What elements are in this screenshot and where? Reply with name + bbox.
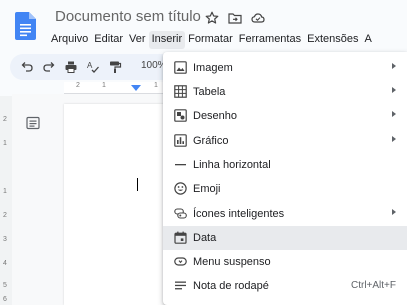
paint-format-icon[interactable] [108, 60, 122, 74]
menu-item-label: Nota de rodapé [193, 280, 269, 292]
title-bar: Documento sem título Arquivo Editar Ver … [0, 0, 407, 52]
submenu-arrow-icon [392, 136, 396, 142]
document-outline-icon[interactable] [26, 116, 40, 130]
text-cursor [137, 178, 138, 191]
chart-icon [174, 134, 187, 147]
menu-bar: Arquivo Editar Ver Inserir Formatar Ferr… [48, 31, 375, 49]
svg-text:A: A [87, 61, 93, 70]
menu-item-label: Imagem [193, 62, 233, 74]
ruler-label: 1 [154, 82, 158, 89]
ruler-label: 1 [102, 82, 106, 89]
dropdown-chip-icon [174, 257, 187, 266]
menu-item-label: Ícones inteligentes [193, 208, 285, 220]
ruler-label: 1 [3, 140, 7, 147]
ruler-label: 1 [3, 188, 7, 195]
menu-extensoes[interactable]: Extensões [304, 31, 361, 49]
insert-menu-dropdown: Imagem Tabela Desenho Gráfico Linha hori… [163, 52, 407, 305]
menu-formatar[interactable]: Formatar [185, 31, 236, 49]
menu-item-nota-de-rodape[interactable]: Nota de rodapé Ctrl+Alt+F [163, 274, 407, 298]
menu-item-emoji[interactable]: Emoji [163, 177, 407, 201]
menu-item-label: Gráfico [193, 135, 229, 147]
emoji-icon [174, 182, 187, 195]
drawing-icon [174, 109, 187, 122]
vertical-ruler[interactable]: 2 1 1 2 3 4 5 6 [0, 96, 12, 305]
cloud-saved-icon[interactable] [251, 11, 265, 25]
ruler-label: 4 [3, 260, 7, 267]
menu-item-imagem[interactable]: Imagem [163, 56, 407, 80]
ruler-label: 2 [3, 212, 7, 219]
document-title[interactable]: Documento sem título [55, 8, 201, 25]
footnote-icon [175, 281, 186, 290]
calendar-icon [174, 231, 187, 244]
menu-item-tabela[interactable]: Tabela [163, 80, 407, 104]
ruler-label: 5 [3, 282, 7, 289]
ruler-label: 2 [76, 82, 80, 89]
submenu-arrow-icon [392, 63, 396, 69]
menu-item-label: Menu suspenso [193, 256, 271, 268]
keyboard-shortcut: Ctrl+Alt+F [350, 280, 396, 291]
google-docs-logo-icon[interactable] [15, 12, 36, 40]
undo-icon[interactable] [20, 60, 34, 74]
menu-truncated[interactable]: A [361, 31, 374, 49]
menu-item-menu-suspenso[interactable]: Menu suspenso [163, 250, 407, 274]
menu-ver[interactable]: Ver [126, 31, 149, 49]
spellcheck-icon[interactable]: A [86, 60, 100, 74]
redo-icon[interactable] [42, 60, 56, 74]
menu-item-label: Tabela [193, 86, 226, 98]
menu-item-label: Desenho [193, 110, 238, 122]
menu-ferramentas[interactable]: Ferramentas [236, 31, 304, 49]
menu-item-data[interactable]: Data [163, 226, 407, 250]
move-to-folder-icon[interactable] [228, 11, 242, 25]
menu-inserir[interactable]: Inserir [148, 31, 186, 49]
submenu-arrow-icon [392, 209, 396, 215]
star-icon[interactable] [205, 11, 219, 25]
ruler-label: 6 [3, 296, 7, 303]
menu-item-grafico[interactable]: Gráfico [163, 129, 407, 153]
menu-item-icones-inteligentes[interactable]: Ícones inteligentes [163, 202, 407, 226]
menu-item-linha-horizontal[interactable]: Linha horizontal [163, 153, 407, 177]
horizontal-ruler[interactable]: 2 1 1 [64, 82, 164, 94]
menu-arquivo[interactable]: Arquivo [48, 31, 91, 49]
menu-item-label: Emoji [193, 183, 221, 195]
menu-item-label: Linha horizontal [193, 159, 271, 171]
indent-marker-icon[interactable] [131, 85, 141, 91]
ruler-label: 2 [3, 116, 7, 123]
submenu-arrow-icon [392, 87, 396, 93]
image-icon [174, 61, 187, 74]
menu-item-desenho[interactable]: Desenho [163, 104, 407, 128]
menu-item-label: Data [193, 232, 217, 244]
document-page[interactable] [64, 104, 174, 305]
submenu-arrow-icon [392, 111, 396, 117]
smart-chips-icon [174, 208, 187, 219]
menu-editar[interactable]: Editar [91, 31, 126, 49]
horizontal-line-icon [175, 164, 186, 166]
ruler-label: 3 [3, 236, 7, 243]
table-icon [174, 85, 187, 98]
print-icon[interactable] [64, 60, 78, 74]
